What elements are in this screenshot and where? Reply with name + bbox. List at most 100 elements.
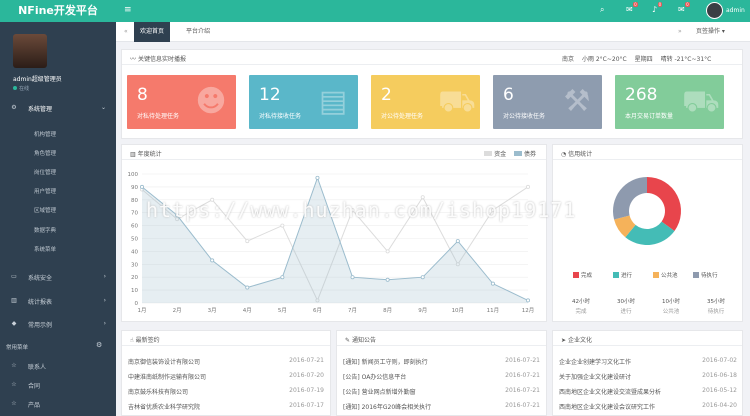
stat-label: 进行 [620,309,632,315]
list-item[interactable]: [通知] 新闻员工守则，即刻执行 2016-07-21 [343,357,540,367]
list-item-date: 2016-07-19 [289,387,324,394]
kpi-value: 268 [625,85,658,105]
profile-status: 在线 [13,85,29,92]
kpi-card[interactable]: 268 本月交易订单数量 ⛟ [615,75,724,129]
brand-title: NFine开发平台 [18,4,98,17]
data-point [455,239,460,244]
list-item[interactable]: 中建淮南纸制作运输有限公司 2016-07-20 [128,372,324,382]
y-tick-label: 20 [131,275,138,281]
tab-scroll-right-icon[interactable]: » [672,22,688,42]
nav-item-menu[interactable]: 系统菜单 [34,245,56,253]
x-tick-label: 5月 [278,307,287,314]
nav-group-label: 统计报表 [28,299,53,306]
list-item-date: 2016-07-17 [289,402,324,409]
list-item-title: 南京鼓乐科技有限公司 [128,389,189,396]
stat-value: 42小时 [572,299,590,305]
data-point [490,281,495,286]
shortcut-label: 联系人 [28,364,47,371]
data-point [245,285,250,290]
list-item[interactable]: 西南地区企业文化建设交流暨成果分析 2016-05-12 [559,387,737,397]
culture-panel: ➤ 企业文化 企业企业创建学习文化工作 2016-07-02 关于加强企业文化建设研… [552,330,743,416]
bell-icon[interactable]: ♪ 0 [652,2,663,14]
data-point [385,249,390,254]
credit-legend: 完成 进行 公共池 待执行 [553,271,742,281]
y-tick-label: 90 [131,185,138,191]
list-item[interactable]: 南京鼓乐科技有限公司 2016-07-19 [128,387,324,397]
list-item[interactable]: [公告] 营业网点新增外勤窗 2016-07-21 [343,387,540,397]
donut-legend-item: 进行 [613,271,632,279]
mail-icon[interactable]: ✉ 0 [626,2,638,14]
nav-group-system[interactable]: ⚙ 系统管理 ⌄ [0,104,116,118]
kpi-label: 对公待处理任务 [381,113,424,120]
legend-label: 资金 [494,151,507,158]
legend-label: 完成 [581,273,593,279]
weather-info: 南京 小雨 2°C~20°C 星期四 晴转 -21°C~31°C [562,54,711,63]
annual-legend: 资金 债券 [484,149,536,158]
x-tick-label: 2月 [173,307,182,314]
nav-group-label: 常用示例 [28,322,53,329]
y-tick-label: 30 [131,262,138,268]
kpi-card[interactable]: 8 对私待处理任务 ☻ [127,75,236,129]
message-icon[interactable]: ✉ 0 [678,2,690,14]
credit-stat: 35小时 待执行 [696,297,736,315]
user-name[interactable]: admin [726,7,745,14]
weather-city: 南京 [562,56,575,63]
status-dot-icon [13,86,17,90]
search-icon[interactable]: ⌕ [600,5,604,15]
list-item-title: 企业企业创建学习文化工作 [559,359,632,366]
list-item[interactable]: [通知] 2016年G20峰会相关执行 2016-07-21 [343,402,540,412]
y-tick-label: 100 [128,172,139,178]
page-action-dropdown[interactable]: 页签操作 ▾ [690,22,731,42]
weather-tomorrow: 晴转 -21°C~31°C [660,56,712,63]
kpi-label: 对私待接收任务 [259,113,302,120]
legend-swatch [653,272,659,278]
list-item-date: 2016-04-20 [702,402,737,409]
kpi-card[interactable]: 6 对公待接收任务 ⚒ [493,75,602,129]
x-tick-label: 7月 [348,307,357,314]
nav-item-area[interactable]: 区域管理 [34,206,56,214]
donut-legend-item: 完成 [573,271,592,279]
annual-title: 年度统计 [137,151,162,158]
list-item-title: 关于加强企业文化建设研讨 [559,374,632,381]
list-item[interactable]: 吉林省优质农业科学研究院 2016-07-17 [128,402,324,412]
data-point [210,197,215,202]
star-icon: ☆ [11,381,17,388]
kpi-card-icon: ⛟ [682,84,720,119]
credit-donut-chart [613,177,681,245]
list-item[interactable]: 西南地区企业文化建设会议研究工作 2016-04-20 [559,402,737,412]
kpi-title: 关键信息实时播报 [137,56,186,63]
list-item-title: 西南地区企业文化建设交流暨成果分析 [559,389,662,396]
credit-stat: 30小时 进行 [606,297,646,315]
list-item[interactable]: 南京御信装饰设计有限公司 2016-07-21 [128,357,324,367]
y-tick-label: 40 [131,249,138,255]
kpi-card[interactable]: 2 对公待处理任务 ⛟ [371,75,480,129]
y-tick-label: 70 [131,211,138,217]
list-item[interactable]: 企业企业创建学习文化工作 2016-07-02 [559,357,737,367]
news-title: 最新签约 [135,337,160,344]
data-point [350,208,355,213]
list-item[interactable]: 关于加强企业文化建设研讨 2016-06-18 [559,372,737,382]
nav-item-role[interactable]: 角色管理 [34,149,56,157]
pie-icon: ◔ [561,151,567,158]
nav-item-org[interactable]: 机构管理 [34,130,56,138]
tab-home[interactable]: 欢迎首页 [134,22,171,42]
nav-item-dict[interactable]: 数据字典 [34,226,56,234]
x-tick-label: 6月 [313,307,322,314]
annual-panel: ▥ 年度统计 资金 债券 0 10 20 30 40 50 60 70 80 90 100 1月 2月 3… [121,144,547,322]
donut-slice [613,177,647,220]
list-item-title: [公告] OA办公信息平台 [343,374,407,381]
credit-title: 信用统计 [568,151,593,158]
nav-group-label: 系统安全 [28,275,53,282]
nav-item-user[interactable]: 用户管理 [34,187,56,195]
settings-icon[interactable]: ⚙ [96,341,102,349]
nav-item-post[interactable]: 岗位管理 [34,168,56,176]
list-item[interactable]: [公告] OA办公信息平台 2016-07-21 [343,372,540,382]
user-avatar[interactable] [706,2,723,19]
tab-intro[interactable]: 平台介绍 [180,22,216,42]
menu-toggle-icon[interactable]: ≡ [124,5,132,15]
tab-scroll-left-icon[interactable]: « [118,22,134,42]
kpi-card[interactable]: 12 对私待接收任务 ▤ [249,75,358,129]
data-point [525,184,530,189]
bar-chart-icon: ▥ [130,151,136,158]
list-item-date: 2016-07-21 [505,357,540,364]
